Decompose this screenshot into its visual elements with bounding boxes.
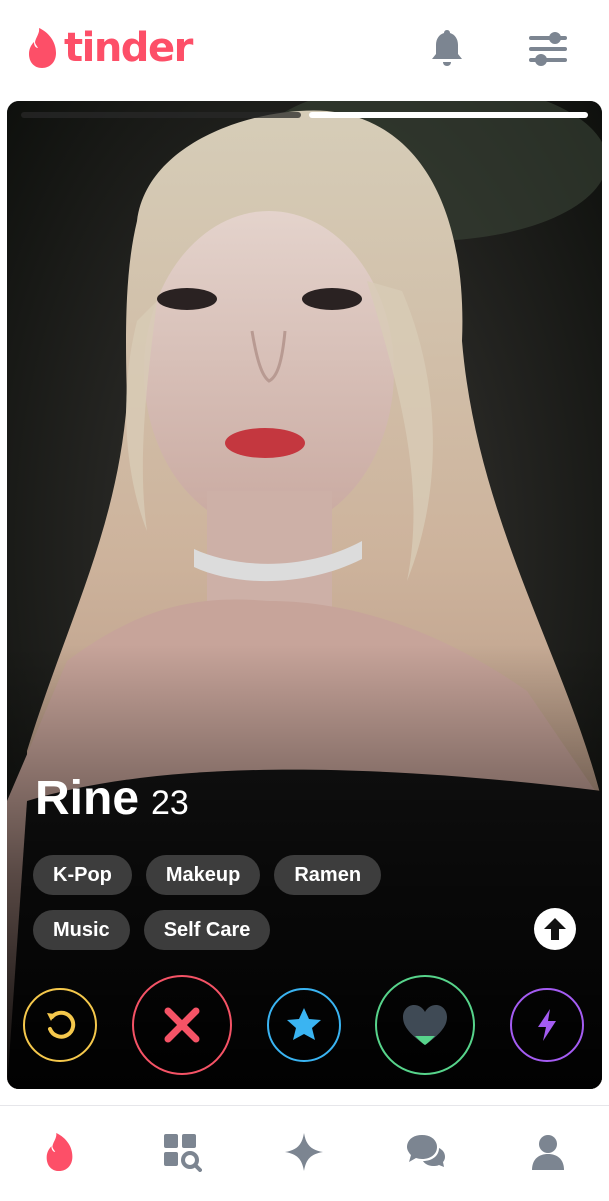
nav-explore[interactable] — [160, 1130, 204, 1174]
rewind-icon — [47, 1010, 76, 1039]
app-header: tinder — [0, 0, 609, 100]
profile-card[interactable]: Rine 23 K-Pop Makeup Ramen Music Self Ca… — [7, 101, 602, 1089]
nav-matches[interactable] — [282, 1130, 326, 1174]
lightning-icon — [538, 1009, 556, 1041]
like-button[interactable] — [375, 975, 475, 1075]
profile-icon — [532, 1135, 564, 1170]
boost-button[interactable] — [510, 988, 584, 1062]
profile-name-row: Rine 23 — [35, 771, 189, 826]
nope-button[interactable] — [132, 975, 232, 1075]
interest-chip[interactable]: K-Pop — [33, 855, 132, 895]
logo-wordmark: tinder — [64, 25, 193, 71]
action-bar — [7, 975, 602, 1075]
tinder-flame-icon — [29, 28, 56, 68]
interest-chip[interactable]: Music — [33, 910, 130, 950]
progress-segment-active — [308, 112, 588, 118]
rewind-button[interactable] — [23, 988, 97, 1062]
heart-icon — [403, 1005, 447, 1045]
interest-chip[interactable]: Self Care — [143, 910, 271, 950]
tinder-flame-icon — [46, 1132, 73, 1172]
progress-segment — [21, 112, 301, 118]
interest-chip[interactable]: Ramen — [274, 855, 382, 895]
explore-icon — [164, 1134, 202, 1172]
filter-sliders-icon — [529, 32, 567, 66]
bottom-nav — [0, 1105, 609, 1201]
interest-chips: K-Pop Makeup Ramen Music Self Care — [33, 855, 513, 965]
profile-age: 23 — [151, 784, 189, 822]
interest-chip[interactable]: Makeup — [145, 855, 261, 895]
filters-button[interactable] — [526, 26, 570, 70]
profile-name: Rine — [35, 772, 140, 825]
open-profile-button[interactable] — [534, 908, 576, 950]
nav-discover[interactable] — [38, 1130, 82, 1174]
nav-messages[interactable] — [404, 1130, 448, 1174]
bell-icon — [432, 30, 462, 66]
close-icon — [164, 1007, 200, 1043]
super-like-button[interactable] — [267, 988, 341, 1062]
nav-profile[interactable] — [526, 1130, 570, 1174]
sparkle-icon — [285, 1133, 323, 1171]
chat-icon — [407, 1135, 445, 1167]
star-icon — [287, 1008, 321, 1040]
notifications-button[interactable] — [425, 26, 469, 70]
tinder-logo[interactable]: tinder — [26, 24, 193, 72]
arrow-up-icon — [544, 918, 566, 940]
photo-progress — [21, 112, 588, 118]
